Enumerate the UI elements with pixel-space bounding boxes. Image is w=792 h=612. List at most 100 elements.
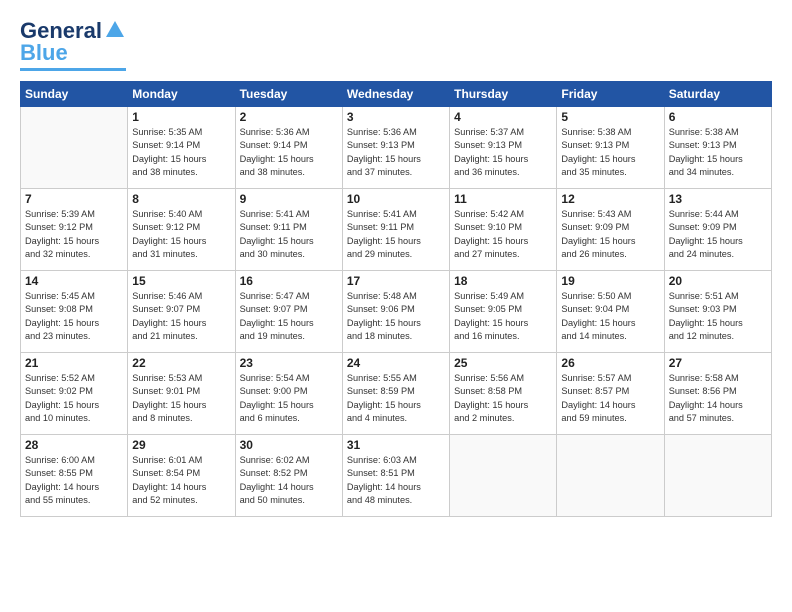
weekday-wednesday: Wednesday	[342, 82, 449, 107]
day-cell-7: 7Sunrise: 5:39 AM Sunset: 9:12 PM Daylig…	[21, 189, 128, 271]
header: General Blue	[20, 18, 772, 71]
day-number-10: 10	[347, 192, 445, 206]
day-number-23: 23	[240, 356, 338, 370]
empty-cell	[664, 435, 771, 517]
day-info-15: Sunrise: 5:46 AM Sunset: 9:07 PM Dayligh…	[132, 290, 230, 343]
logo-blue: Blue	[20, 40, 68, 66]
day-cell-4: 4Sunrise: 5:37 AM Sunset: 9:13 PM Daylig…	[450, 107, 557, 189]
day-cell-30: 30Sunrise: 6:02 AM Sunset: 8:52 PM Dayli…	[235, 435, 342, 517]
day-number-13: 13	[669, 192, 767, 206]
day-number-21: 21	[25, 356, 123, 370]
day-number-5: 5	[561, 110, 659, 124]
weekday-saturday: Saturday	[664, 82, 771, 107]
day-number-16: 16	[240, 274, 338, 288]
day-info-21: Sunrise: 5:52 AM Sunset: 9:02 PM Dayligh…	[25, 372, 123, 425]
day-cell-8: 8 Sunrise: 5:40 AM Sunset: 9:12 PM Daylig…	[128, 189, 235, 271]
day-cell-3: 3 Sunrise: 5:36 AM Sunset: 9:13 PM Daylig…	[342, 107, 449, 189]
day-info-17: Sunrise: 5:48 AM Sunset: 9:06 PM Dayligh…	[347, 290, 445, 343]
day-cell-22: 22 Sunrise: 5:53 AM Sunset: 9:01 PM Dayli…	[128, 353, 235, 435]
day-info-31: Sunrise: 6:03 AM Sunset: 8:51 PM Dayligh…	[347, 454, 445, 507]
day-cell-29: 29 Sunrise: 6:01 AM Sunset: 8:54 PM Dayli…	[128, 435, 235, 517]
weekday-thursday: Thursday	[450, 82, 557, 107]
day-number-28: 28	[25, 438, 123, 452]
calendar-table: SundayMondayTuesdayWednesdayThursdayFrid…	[20, 81, 772, 517]
day-cell-14: 14 Sunrise: 5:45 AM Sunset: 9:08 PM Dayli…	[21, 271, 128, 353]
logo-underline	[20, 68, 126, 71]
day-info-11: Sunrise: 5:42 AM Sunset: 9:10 PM Dayligh…	[454, 208, 552, 261]
day-number-29: 29	[132, 438, 230, 452]
day-info-19: Sunrise: 5:50 AM Sunset: 9:04 PM Dayligh…	[561, 290, 659, 343]
day-info-26: Sunrise: 5:57 AM Sunset: 8:57 PM Dayligh…	[561, 372, 659, 425]
day-number-25: 25	[454, 356, 552, 370]
day-number-27: 27	[669, 356, 767, 370]
day-info-6: Sunrise: 5:38 AM Sunset: 9:13 PM Dayligh…	[669, 126, 767, 179]
day-cell-19: 19 Sunrise: 5:50 AM Sunset: 9:04 PM Dayli…	[557, 271, 664, 353]
day-info-27: Sunrise: 5:58 AM Sunset: 8:56 PM Dayligh…	[669, 372, 767, 425]
day-info-28: Sunrise: 6:00 AM Sunset: 8:55 PM Dayligh…	[25, 454, 123, 507]
day-cell-23: 23 Sunrise: 5:54 AM Sunset: 9:00 PM Dayli…	[235, 353, 342, 435]
day-info-9: Sunrise: 5:41 AM Sunset: 9:11 PM Dayligh…	[240, 208, 338, 261]
day-number-3: 3	[347, 110, 445, 124]
day-cell-21: 21 Sunrise: 5:52 AM Sunset: 9:02 PM Dayli…	[21, 353, 128, 435]
day-cell-26: 26 Sunrise: 5:57 AM Sunset: 8:57 PM Dayli…	[557, 353, 664, 435]
day-cell-2: 2 Sunrise: 5:36 AM Sunset: 9:14 PM Daylig…	[235, 107, 342, 189]
empty-cell	[21, 107, 128, 189]
day-number-1: 1	[132, 110, 230, 124]
day-info-18: Sunrise: 5:49 AM Sunset: 9:05 PM Dayligh…	[454, 290, 552, 343]
day-info-24: Sunrise: 5:55 AM Sunset: 8:59 PM Dayligh…	[347, 372, 445, 425]
day-info-1: Sunrise: 5:35 AM Sunset: 9:14 PM Dayligh…	[132, 126, 230, 179]
day-info-10: Sunrise: 5:41 AM Sunset: 9:11 PM Dayligh…	[347, 208, 445, 261]
day-number-4: 4	[454, 110, 552, 124]
calendar-week-1: 1 Sunrise: 5:35 AM Sunset: 9:14 PM Daylig…	[21, 107, 772, 189]
calendar-week-4: 21 Sunrise: 5:52 AM Sunset: 9:02 PM Dayli…	[21, 353, 772, 435]
day-number-2: 2	[240, 110, 338, 124]
day-number-7: 7	[25, 192, 123, 206]
day-cell-24: 24Sunrise: 5:55 AM Sunset: 8:59 PM Dayli…	[342, 353, 449, 435]
day-number-22: 22	[132, 356, 230, 370]
day-number-9: 9	[240, 192, 338, 206]
day-number-20: 20	[669, 274, 767, 288]
day-number-17: 17	[347, 274, 445, 288]
day-info-5: Sunrise: 5:38 AM Sunset: 9:13 PM Dayligh…	[561, 126, 659, 179]
day-info-8: Sunrise: 5:40 AM Sunset: 9:12 PM Dayligh…	[132, 208, 230, 261]
day-cell-28: 28 Sunrise: 6:00 AM Sunset: 8:55 PM Dayli…	[21, 435, 128, 517]
logo-icon	[104, 19, 126, 41]
day-cell-1: 1 Sunrise: 5:35 AM Sunset: 9:14 PM Daylig…	[128, 107, 235, 189]
day-info-2: Sunrise: 5:36 AM Sunset: 9:14 PM Dayligh…	[240, 126, 338, 179]
weekday-tuesday: Tuesday	[235, 82, 342, 107]
day-cell-9: 9 Sunrise: 5:41 AM Sunset: 9:11 PM Daylig…	[235, 189, 342, 271]
calendar-week-3: 14 Sunrise: 5:45 AM Sunset: 9:08 PM Dayli…	[21, 271, 772, 353]
page: General Blue SundayMondayTuesdayWednesda…	[0, 0, 792, 612]
weekday-monday: Monday	[128, 82, 235, 107]
day-info-29: Sunrise: 6:01 AM Sunset: 8:54 PM Dayligh…	[132, 454, 230, 507]
day-cell-11: 11Sunrise: 5:42 AM Sunset: 9:10 PM Dayli…	[450, 189, 557, 271]
weekday-header-row: SundayMondayTuesdayWednesdayThursdayFrid…	[21, 82, 772, 107]
day-number-14: 14	[25, 274, 123, 288]
day-info-25: Sunrise: 5:56 AM Sunset: 8:58 PM Dayligh…	[454, 372, 552, 425]
day-cell-18: 18 Sunrise: 5:49 AM Sunset: 9:05 PM Dayli…	[450, 271, 557, 353]
day-cell-27: 27 Sunrise: 5:58 AM Sunset: 8:56 PM Dayli…	[664, 353, 771, 435]
day-cell-17: 17 Sunrise: 5:48 AM Sunset: 9:06 PM Dayli…	[342, 271, 449, 353]
day-cell-16: 16Sunrise: 5:47 AM Sunset: 9:07 PM Dayli…	[235, 271, 342, 353]
day-info-14: Sunrise: 5:45 AM Sunset: 9:08 PM Dayligh…	[25, 290, 123, 343]
weekday-sunday: Sunday	[21, 82, 128, 107]
day-info-23: Sunrise: 5:54 AM Sunset: 9:00 PM Dayligh…	[240, 372, 338, 425]
day-info-13: Sunrise: 5:44 AM Sunset: 9:09 PM Dayligh…	[669, 208, 767, 261]
day-number-6: 6	[669, 110, 767, 124]
day-number-18: 18	[454, 274, 552, 288]
day-number-19: 19	[561, 274, 659, 288]
day-info-3: Sunrise: 5:36 AM Sunset: 9:13 PM Dayligh…	[347, 126, 445, 179]
empty-cell	[557, 435, 664, 517]
logo: General Blue	[20, 18, 126, 71]
day-cell-20: 20Sunrise: 5:51 AM Sunset: 9:03 PM Dayli…	[664, 271, 771, 353]
day-number-8: 8	[132, 192, 230, 206]
day-number-26: 26	[561, 356, 659, 370]
calendar-week-5: 28 Sunrise: 6:00 AM Sunset: 8:55 PM Dayli…	[21, 435, 772, 517]
day-number-12: 12	[561, 192, 659, 206]
day-number-31: 31	[347, 438, 445, 452]
day-cell-31: 31 Sunrise: 6:03 AM Sunset: 8:51 PM Dayli…	[342, 435, 449, 517]
day-cell-10: 10 Sunrise: 5:41 AM Sunset: 9:11 PM Dayli…	[342, 189, 449, 271]
weekday-friday: Friday	[557, 82, 664, 107]
day-info-22: Sunrise: 5:53 AM Sunset: 9:01 PM Dayligh…	[132, 372, 230, 425]
day-cell-15: 15Sunrise: 5:46 AM Sunset: 9:07 PM Dayli…	[128, 271, 235, 353]
